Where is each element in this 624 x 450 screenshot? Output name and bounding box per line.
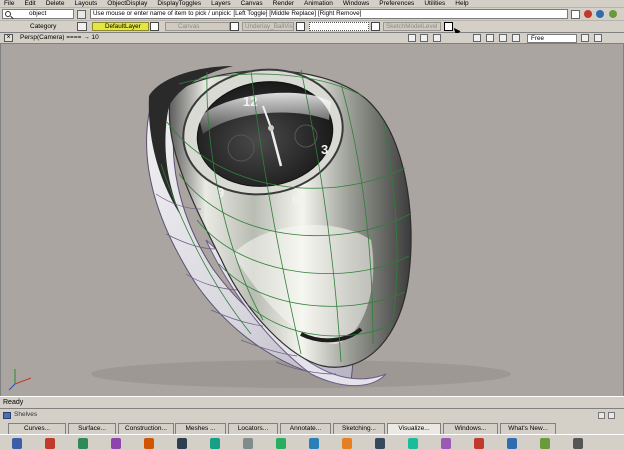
menu-utilities[interactable]: Utilities — [419, 0, 450, 8]
viewport-title-bar: × Persp(Camera) ==== → 10 Free — [0, 33, 624, 44]
underlay-toggle-icon[interactable] — [296, 22, 305, 31]
viewport-label: Persp(Camera) ==== → 10 — [20, 34, 99, 41]
shelf-tab-4[interactable]: Locators... — [228, 423, 278, 434]
shelf-tool-icon[interactable] — [441, 438, 451, 449]
shelves-close-icon[interactable] — [608, 412, 615, 419]
shelf-tool-icon[interactable] — [243, 438, 253, 449]
record-icon[interactable] — [584, 10, 592, 18]
view-mode-select[interactable]: Free — [527, 34, 577, 43]
menu-windows[interactable]: Windows — [338, 0, 374, 8]
viewport-track-icon[interactable] — [486, 34, 494, 42]
menu-layers[interactable]: Layers — [206, 0, 236, 8]
prompt-line[interactable]: Use mouse or enter name of item to pick … — [90, 9, 568, 19]
menu-canvas[interactable]: Canvas — [236, 0, 268, 8]
shelf-tab-2[interactable]: Construction... — [118, 423, 174, 434]
menu-edit[interactable]: Edit — [19, 0, 40, 8]
menu-help[interactable]: Help — [450, 0, 473, 8]
shelf-tool-icon[interactable] — [111, 438, 121, 449]
shelves-label: Shelves — [14, 411, 38, 418]
viewport-look-icon[interactable] — [512, 34, 520, 42]
hand-pivot — [268, 125, 274, 131]
shelf-tab-0[interactable]: Curves... — [8, 423, 66, 434]
category-label: Category — [30, 23, 57, 30]
layer-row: Category DefaultLayer Canvas Underlay_Ba… — [0, 21, 624, 36]
menu-bar: File Edit Delete Layouts ObjectDisplay Displa… — [0, 0, 624, 8]
shelf-tool-icon[interactable] — [309, 438, 319, 449]
shelf-tab-3[interactable]: Meshes ... — [175, 423, 226, 434]
shelf-tab-5[interactable]: Annotate... — [280, 423, 331, 434]
viewport-render-icon[interactable] — [420, 34, 428, 42]
viewport-split-icon[interactable] — [581, 34, 589, 42]
magnifier-icon — [5, 11, 11, 17]
numeral-3: 3 — [321, 142, 328, 157]
shelf-tab-1[interactable]: Surface... — [68, 423, 116, 434]
menu-preferences[interactable]: Preferences — [374, 0, 419, 8]
menu-displaytoggles[interactable]: DisplayToggles — [152, 0, 206, 8]
shelf-tool-icon[interactable] — [375, 438, 385, 449]
shelf-tabs: Curves... Surface... Construction... Meshes… — [0, 422, 624, 434]
viewport-zoom-icon[interactable] — [433, 34, 441, 42]
default-layer-button[interactable]: DefaultLayer — [92, 22, 149, 31]
shelf-tool-icon[interactable] — [12, 438, 22, 449]
menu-render[interactable]: Render — [268, 0, 299, 8]
canvas-layer-text: Canvas — [178, 23, 200, 30]
perspective-viewport[interactable]: 12 3 6 9 — [0, 44, 624, 396]
shelf-tool-icon[interactable] — [177, 438, 187, 449]
menu-delete[interactable]: Delete — [41, 0, 70, 8]
shelves-header: Shelves — [0, 408, 624, 422]
menu-layouts[interactable]: Layouts — [69, 0, 102, 8]
menu-animation[interactable]: Animation — [299, 0, 338, 8]
shelf-tool-icon[interactable] — [573, 438, 583, 449]
shelf-tool-icon[interactable] — [210, 438, 220, 449]
shelf-tools — [0, 434, 624, 450]
shelf-tab-7[interactable]: Visualize... — [387, 423, 441, 434]
status-text: Ready — [3, 399, 24, 406]
prompt-text: Use mouse or enter name of item to pick … — [93, 10, 362, 17]
shelf-tab-8[interactable]: Windows... — [443, 423, 498, 434]
shelf-tool-icon[interactable] — [78, 438, 88, 449]
pick-mode-field[interactable]: object — [2, 9, 74, 19]
shelf-tab-6[interactable]: Sketching... — [333, 423, 385, 434]
default-layer-text: DefaultLayer — [105, 23, 141, 30]
viewport-dolly-icon[interactable] — [499, 34, 507, 42]
grid-icon[interactable] — [609, 10, 617, 18]
underlay-button[interactable]: Underlay_BallVis — [242, 22, 294, 31]
shelves-minimize-icon[interactable] — [598, 412, 605, 419]
snap-icon[interactable] — [596, 10, 604, 18]
shelf-tool-icon[interactable] — [276, 438, 286, 449]
shelf-tool-icon[interactable] — [474, 438, 484, 449]
pick-mode-text: object — [29, 10, 47, 17]
view-mode-text: Free — [531, 35, 544, 42]
shelf-tab-9[interactable]: What's New... — [500, 423, 556, 434]
shelf-tool-icon[interactable] — [408, 438, 418, 449]
empty-layer-slot[interactable] — [309, 22, 369, 31]
canvas-layer-button[interactable]: Canvas — [165, 22, 230, 31]
menu-file[interactable]: File — [4, 0, 19, 8]
numeral-6: 6 — [292, 192, 299, 207]
viewport-tumble-icon[interactable] — [473, 34, 481, 42]
shelf-tool-icon[interactable] — [342, 438, 352, 449]
status-bar: Ready — [0, 396, 624, 408]
shelf-tool-icon[interactable] — [540, 438, 550, 449]
shelf-tool-icon[interactable] — [507, 438, 517, 449]
close-icon[interactable]: × — [4, 34, 13, 42]
watch-model: 12 3 6 9 — [8, 66, 511, 391]
axis-triad — [8, 369, 32, 391]
prompt-clear-icon[interactable] — [571, 10, 580, 19]
underlay-text: Underlay_BallVis — [245, 23, 293, 30]
canvas-toggle-icon[interactable] — [230, 22, 239, 31]
shelf-tool-icon[interactable] — [45, 438, 55, 449]
shelf-tool-icon[interactable] — [144, 438, 154, 449]
layer-toggle-icon[interactable] — [150, 22, 159, 31]
shelves-icon — [3, 412, 11, 419]
pick-mode-toggle-icon[interactable] — [77, 10, 86, 19]
maximize-icon[interactable] — [594, 34, 602, 42]
viewport-camera-icon[interactable] — [408, 34, 416, 42]
sketch-model-level-button[interactable]: SketchModelLevel — [383, 22, 441, 31]
empty-layer-toggle-icon[interactable] — [371, 22, 380, 31]
category-icon[interactable] — [77, 22, 87, 31]
menu-objectdisplay[interactable]: ObjectDisplay — [102, 0, 152, 8]
sketch-model-level-text: SketchModelLevel — [386, 23, 438, 30]
prompt-row: object Use mouse or enter name of item t… — [0, 8, 624, 21]
